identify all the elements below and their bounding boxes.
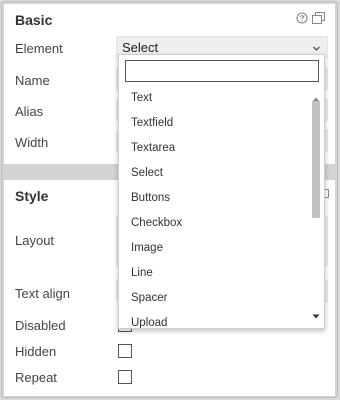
dropdown-option[interactable]: Select xyxy=(119,161,309,186)
help-circle-icon[interactable] xyxy=(296,12,308,24)
property-panel: Basic Element Select Name Alias Width St… xyxy=(1,1,338,398)
text-align-label: Text align xyxy=(15,286,70,301)
property-panel-background: Basic Element Select Name Alias Width St… xyxy=(0,0,340,400)
scroll-down-arrow-icon[interactable] xyxy=(312,306,320,324)
dropdown-option[interactable]: Upload xyxy=(119,311,309,328)
style-panel-title: Style xyxy=(15,188,49,204)
element-dropdown: Text Textfield Textarea Select Buttons C… xyxy=(118,54,325,329)
repeat-checkbox[interactable] xyxy=(118,370,132,384)
dropdown-search-input[interactable] xyxy=(125,60,319,82)
repeat-label: Repeat xyxy=(15,370,57,385)
dropdown-option[interactable]: Spacer xyxy=(119,286,309,311)
hidden-label: Hidden xyxy=(15,344,57,359)
dropdown-option[interactable]: Text xyxy=(119,86,309,111)
dropdown-option[interactable]: Line xyxy=(119,261,309,286)
alias-label: Alias xyxy=(15,104,44,119)
dropdown-option[interactable]: Textarea xyxy=(119,136,309,161)
scrollbar-thumb[interactable] xyxy=(312,101,320,218)
copy-icon[interactable] xyxy=(312,12,325,24)
width-label: Width xyxy=(15,135,49,150)
dropdown-option[interactable]: Image xyxy=(119,236,309,261)
element-select-value: Select xyxy=(122,39,159,55)
dropdown-option[interactable]: Textfield xyxy=(119,111,309,136)
dropdown-options-list: Text Textfield Textarea Select Buttons C… xyxy=(119,86,309,328)
hidden-checkbox[interactable] xyxy=(118,344,132,358)
dropdown-option[interactable]: Buttons xyxy=(119,186,309,211)
basic-panel-title: Basic xyxy=(15,12,53,28)
dropdown-scrollbar[interactable] xyxy=(309,86,323,328)
element-label: Element xyxy=(15,41,63,56)
disabled-label: Disabled xyxy=(15,318,66,333)
name-label: Name xyxy=(15,73,50,88)
dropdown-option[interactable]: Checkbox xyxy=(119,211,309,236)
layout-label: Layout xyxy=(15,233,55,248)
basic-panel-header-icons xyxy=(296,12,325,24)
